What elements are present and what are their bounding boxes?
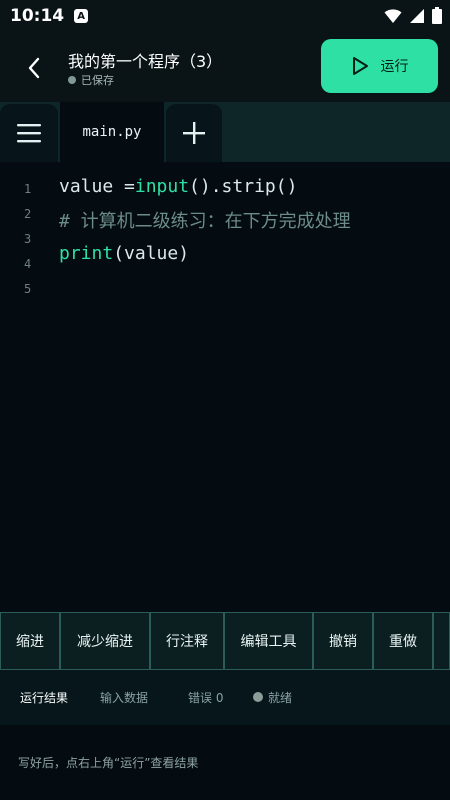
play-icon <box>352 57 368 75</box>
run-button-label: 运行 <box>380 59 409 75</box>
add-file-button[interactable] <box>166 104 222 162</box>
app-header: 我的第一个程序（3） 已保存 运行 <box>0 32 450 102</box>
line-number-label: 5 <box>24 282 32 296</box>
menu-button[interactable] <box>0 104 58 162</box>
badge-letter: A <box>77 10 85 22</box>
code-line[interactable]: print (value) <box>59 241 189 265</box>
redo-button[interactable]: 重做 <box>373 612 433 670</box>
code-token: (value) <box>113 242 190 264</box>
indent-button[interactable]: 缩进 <box>0 612 60 670</box>
toolbar-overflow-button[interactable] <box>433 612 450 670</box>
tab-run-result[interactable]: 运行结果 <box>20 689 68 706</box>
line-number-label: 1 <box>24 182 32 196</box>
editor-toolbar: 缩进 减少缩进 行注释 编辑工具 撤销 重做 <box>0 612 450 670</box>
tab-input-data[interactable]: 输入数据 <box>100 689 148 706</box>
status-icons <box>384 7 442 24</box>
dedent-button[interactable]: 减少缩进 <box>60 612 150 670</box>
code-line[interactable]: value = input ().strip() <box>59 174 297 198</box>
chevron-left-icon <box>28 57 40 79</box>
undo-button[interactable]: 撤销 <box>313 612 373 670</box>
run-button[interactable]: 运行 <box>321 39 438 93</box>
saved-dot-icon <box>68 76 76 84</box>
output-panel: 写好后，点右上角“运行”查看结果 <box>0 725 450 800</box>
code-token: # 计算机二级练习：在下方完成处理 <box>59 211 351 232</box>
back-button[interactable] <box>16 50 52 86</box>
saved-status: 已保存 <box>68 72 114 88</box>
edit-tools-button[interactable]: 编辑工具 <box>224 612 313 670</box>
battery-icon <box>432 7 442 24</box>
line-number-label: 2 <box>24 207 32 221</box>
code-editor[interactable]: 1 value = input ().strip() 2 3 # 计算机二级练习：在下方完… <box>0 162 450 612</box>
saved-status-label: 已保存 <box>81 74 114 87</box>
file-tabs-bar: main.py <box>0 102 450 162</box>
plus-icon <box>183 122 205 144</box>
code-token: print <box>59 242 114 264</box>
signal-icon <box>410 8 424 23</box>
wifi-icon <box>384 8 402 23</box>
status-bar: 10:14 A <box>0 0 450 32</box>
status-dot-icon <box>253 692 263 702</box>
code-token: input <box>134 175 190 197</box>
line-comment-button[interactable]: 行注释 <box>150 612 224 670</box>
program-title: 我的第一个程序（3） <box>68 52 223 71</box>
tab-errors[interactable]: 错误 0 <box>188 689 223 706</box>
app-root: 10:14 A 我的第一个程序（3） 已保存 运行 main.py 1 valu… <box>0 0 450 800</box>
notification-badge-icon: A <box>74 9 89 23</box>
code-line[interactable]: # 计算机二级练习：在下方完成处理 <box>59 208 351 232</box>
run-status: 就绪 <box>268 691 293 705</box>
output-hint: 写好后，点右上角“运行”查看结果 <box>18 756 199 770</box>
tab-main-py[interactable]: main.py <box>60 102 164 162</box>
line-number-label: 3 <box>24 232 32 246</box>
code-token: ().strip() <box>189 175 298 197</box>
code-token: value = <box>59 175 135 197</box>
result-tabs: 运行结果 输入数据 错误 0 就绪 <box>0 670 450 725</box>
menu-icon <box>17 124 41 143</box>
status-time: 10:14 <box>10 6 65 26</box>
line-number-label: 4 <box>24 257 32 271</box>
